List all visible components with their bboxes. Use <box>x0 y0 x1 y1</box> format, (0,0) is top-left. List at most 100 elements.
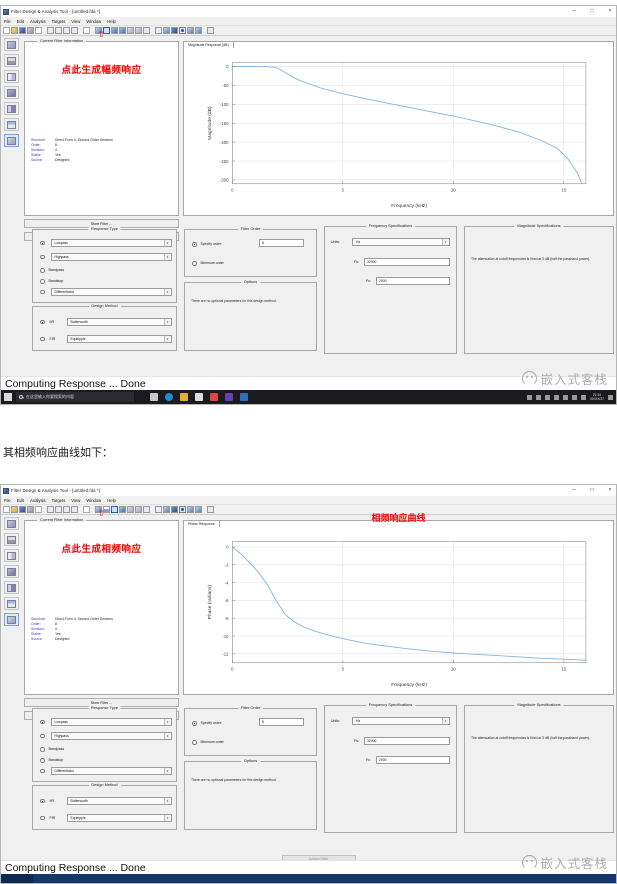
rail-transform-filter-2[interactable] <box>4 565 19 578</box>
file-explorer-icon[interactable] <box>180 393 188 401</box>
rail-quantization[interactable] <box>4 70 19 83</box>
option-minimum-order-2[interactable]: Minimum order <box>192 740 224 745</box>
maximize-button-2[interactable]: □ <box>588 488 596 493</box>
magnitude-phase-icon-2[interactable] <box>119 506 126 513</box>
filter-coefficients-icon[interactable] <box>171 27 178 34</box>
order-value-input-2[interactable]: 8 <box>259 718 304 726</box>
phase-plot-area[interactable]: 0-2-4-6-8-10-12051015Frequency (kHz)Phas… <box>186 528 611 692</box>
menu-window[interactable]: Window <box>86 19 101 24</box>
ime-icon[interactable] <box>581 395 586 400</box>
save-file-icon[interactable] <box>19 27 26 34</box>
magnitude-response-tab[interactable]: Magnitude Response (dB) <box>183 41 234 48</box>
phase-response-icon[interactable] <box>111 27 118 34</box>
pdf-reader-icon[interactable] <box>210 393 218 401</box>
fvtool-icon-2[interactable] <box>195 506 202 513</box>
new-file-icon-2[interactable] <box>3 506 10 513</box>
radio-iir-2[interactable] <box>40 799 45 804</box>
lowpass-combo-2[interactable]: Lowpass ▾ <box>51 718 173 726</box>
radio-bandstop[interactable] <box>40 279 45 284</box>
iir-method-combo[interactable]: Butterworth ▾ <box>67 318 173 326</box>
radio-highpass[interactable] <box>40 255 45 260</box>
highpass-combo-2[interactable]: Highpass ▾ <box>51 732 173 740</box>
task-view-icon[interactable] <box>150 393 158 401</box>
rail-transform-filter[interactable] <box>4 86 19 99</box>
iir-method-combo-2[interactable]: Butterworth ▾ <box>67 797 173 805</box>
fullview-icon-2[interactable] <box>71 506 78 513</box>
print-icon[interactable] <box>27 27 34 34</box>
radio-bandpass-2[interactable] <box>40 747 45 752</box>
close-button[interactable]: × <box>606 9 614 14</box>
fs-input-2[interactable]: 32000 <box>364 737 450 745</box>
menu-view[interactable]: View <box>71 19 80 24</box>
bluetooth-icon[interactable] <box>554 395 559 400</box>
magnitude-plot-area[interactable]: 0-50-100-150-200-250-300051015Frequency … <box>186 49 611 213</box>
radio-differentiator[interactable] <box>40 290 45 295</box>
radio-highpass-2[interactable] <box>40 734 45 739</box>
option-bandpass[interactable]: Bandpass <box>40 268 64 273</box>
group-delay-icon[interactable] <box>127 27 134 34</box>
menu-analysis[interactable]: Analysis <box>30 19 46 24</box>
start-button-icon[interactable] <box>4 393 12 401</box>
rail-quantization-2[interactable] <box>4 549 19 562</box>
phase-delay-icon[interactable] <box>135 27 142 34</box>
zoom-icon[interactable] <box>47 27 54 34</box>
option-bandstop-2[interactable]: Bandstop <box>40 758 63 763</box>
phase-delay-icon-2[interactable] <box>135 506 142 513</box>
option-specify-order[interactable]: Specify order: <box>192 242 222 247</box>
impulse-response-icon[interactable] <box>143 27 150 34</box>
notification-center-icon[interactable] <box>608 395 613 400</box>
step-response-icon-2[interactable] <box>155 506 162 513</box>
menu-edit-2[interactable]: Edit <box>17 498 24 503</box>
menu-view-2[interactable]: View <box>71 498 80 503</box>
new-file-icon[interactable] <box>3 27 10 34</box>
datacursor-icon[interactable] <box>63 27 70 34</box>
units-combo[interactable]: Hz ▾ <box>352 238 450 246</box>
overlay-icon[interactable] <box>187 27 194 34</box>
rail-realize-model[interactable] <box>4 118 19 131</box>
polezero-icon[interactable] <box>163 27 170 34</box>
fir-method-combo-2[interactable]: Equiripple ▾ <box>67 814 173 822</box>
radio-specify-order-2[interactable] <box>192 721 197 726</box>
fc-input[interactable]: 2000 <box>376 277 450 285</box>
menu-file[interactable]: File <box>4 19 11 24</box>
pan-icon-2[interactable] <box>55 506 62 513</box>
fir-method-combo[interactable]: Equiripple ▾ <box>67 335 173 343</box>
units-combo-2[interactable]: Hz ▾ <box>352 717 450 725</box>
print-preview-icon[interactable] <box>35 27 42 34</box>
rail-import-filter[interactable] <box>4 54 19 67</box>
radio-fir[interactable] <box>40 337 45 342</box>
menu-help-2[interactable]: Help <box>107 498 116 503</box>
differentiator-combo-2[interactable]: Differentiator ▾ <box>51 767 173 775</box>
filter-spec-icon-2[interactable] <box>83 506 90 513</box>
cloud-icon[interactable] <box>536 395 541 400</box>
minimize-button[interactable]: – <box>570 9 578 14</box>
fs-input[interactable]: 32000 <box>364 258 450 266</box>
fvtool-icon[interactable] <box>195 27 202 34</box>
fc-input-2[interactable]: 2000 <box>376 756 450 764</box>
radio-fir-2[interactable] <box>40 816 45 821</box>
order-value-input[interactable]: 8 <box>259 239 304 247</box>
menu-help[interactable]: Help <box>107 19 116 24</box>
help-pointer-icon-2[interactable] <box>207 506 214 513</box>
chevron-up-icon[interactable] <box>527 395 532 400</box>
menu-analysis-2[interactable]: Analysis <box>30 498 46 503</box>
print-preview-icon-2[interactable] <box>35 506 42 513</box>
radio-differentiator-2[interactable] <box>40 769 45 774</box>
rail-design-filter-2[interactable] <box>4 517 19 530</box>
music-icon[interactable] <box>225 393 233 401</box>
rail-pole-zero-editor-2[interactable] <box>4 613 19 626</box>
menu-file-2[interactable]: File <box>4 498 11 503</box>
phase-response-tab[interactable]: Phase Response <box>183 520 220 527</box>
filter-information-icon-2[interactable] <box>179 506 186 513</box>
edge-icon[interactable] <box>165 393 173 401</box>
print-icon-2[interactable] <box>27 506 34 513</box>
menu-edit[interactable]: Edit <box>17 19 24 24</box>
highpass-combo[interactable]: Highpass ▾ <box>51 253 173 261</box>
taskbar-clock[interactable]: 21:34 XX/XX/27 <box>590 393 604 401</box>
lowpass-combo[interactable]: Lowpass ▾ <box>51 239 173 247</box>
radio-bandstop-2[interactable] <box>40 758 45 763</box>
magnitude-phase-icon[interactable] <box>119 27 126 34</box>
radio-lowpass[interactable] <box>40 241 45 246</box>
fullview-icon[interactable] <box>71 27 78 34</box>
radio-minimum-order[interactable] <box>192 261 197 266</box>
